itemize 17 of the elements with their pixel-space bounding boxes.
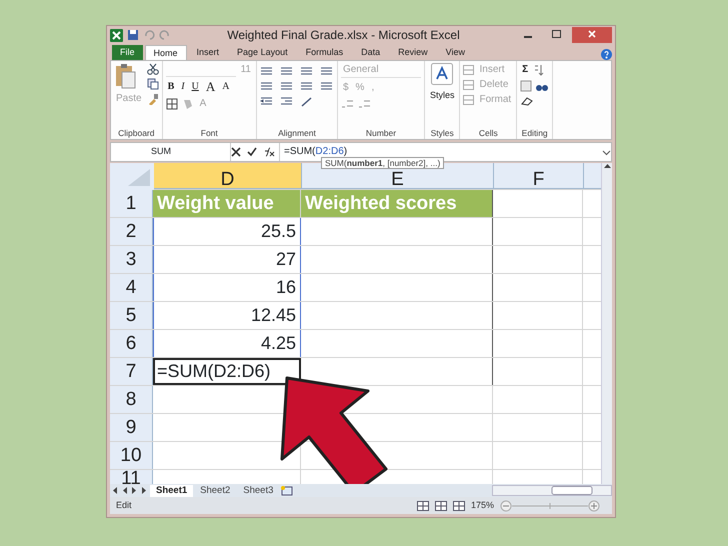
number-cell: 27	[153, 246, 301, 273]
ribbon-group-label: Editing	[520, 127, 549, 139]
function-tooltip: SUM(number1, [number2], ...)	[321, 157, 444, 169]
number-cell: 25.5	[153, 218, 301, 245]
number-cell: 16	[153, 274, 301, 301]
number-cell: 4.25	[153, 330, 301, 357]
number-cell: 12.45	[153, 302, 301, 329]
ribbon-group-label: Cells	[478, 127, 499, 139]
ribbon-group-label: Number	[364, 127, 398, 139]
ribbon-group-label: Clipboard	[117, 127, 156, 139]
ribbon-group-label: Alignment	[277, 127, 317, 139]
header-cell: Weight value	[153, 190, 301, 217]
window-title: Weighted Final Grade.xlsx - Microsoft Excel	[226, 27, 461, 44]
header-cell: Weighted scores	[301, 190, 493, 217]
ribbon-group-label: Styles	[430, 127, 455, 139]
ribbon-group-label: Font	[200, 127, 219, 139]
mode-label: Edit	[116, 498, 132, 512]
